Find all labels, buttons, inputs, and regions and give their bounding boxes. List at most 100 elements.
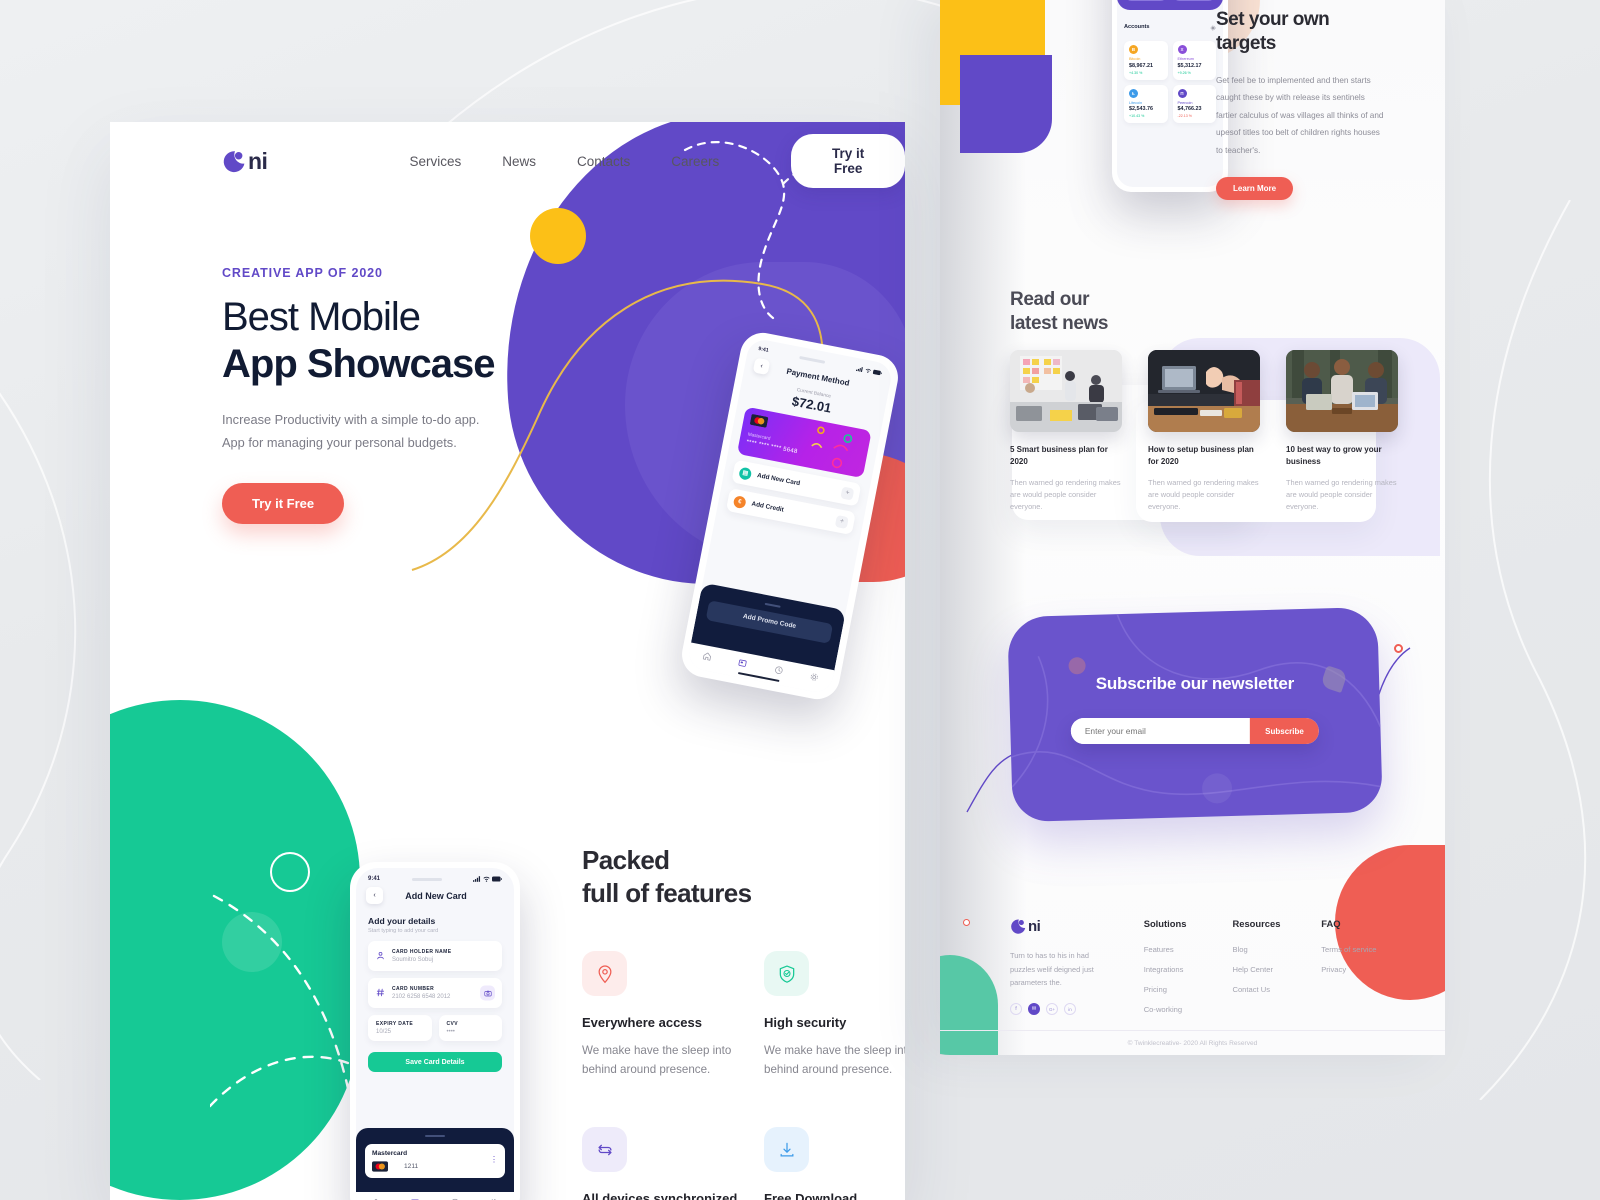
plus-icon[interactable]: + (840, 486, 855, 501)
account-value: $8,967.21 (1129, 62, 1153, 69)
email-input[interactable] (1070, 718, 1251, 745)
account-name: Bitcoin (1129, 57, 1141, 61)
news-card-desc: Then warned go rendering makes are would… (1010, 478, 1121, 512)
cvv-label: CVV (446, 1021, 458, 1027)
news-title-line-2: latest news (1010, 313, 1109, 335)
sheet-grabber[interactable] (425, 1135, 445, 1137)
features-grid: Everywhere access We make have the sleep… (582, 951, 905, 1200)
footer-column-faq: FAQ Terms of service Privacy (1321, 918, 1410, 1015)
footer-link-features[interactable]: Features (1144, 945, 1233, 954)
logo[interactable]: ni (222, 148, 268, 175)
news-card-title: 10 best way to grow your business (1286, 445, 1382, 466)
camera-icon[interactable] (480, 985, 495, 1001)
newsletter-heading: Subscribe our newsletter (1095, 674, 1295, 694)
news-card[interactable]: How to setup business plan for 2020 Then… (1148, 350, 1260, 514)
account-name: Ethereum (1177, 57, 1194, 61)
expiry-date-field[interactable]: EXPIRY DATE 10/25 (368, 1015, 432, 1041)
status-time: 9:41 (757, 345, 770, 354)
card-number-field[interactable]: CARD NUMBER 2102 6258 6548 2012 (368, 978, 502, 1008)
add-new-card-phone-mockup: 9:41 ‹ Add New Card Add your details Sta… (350, 862, 520, 1200)
footer-link-help-center[interactable]: Help Center (1232, 965, 1321, 974)
header-try-free-button[interactable]: Try it Free (791, 134, 905, 188)
history-icon[interactable] (772, 660, 784, 679)
account-card-litecoin[interactable]: Ł Litecoin $2,543.76 +10.43 % (1124, 84, 1168, 123)
home-icon[interactable] (371, 1195, 381, 1200)
footer-link-integrations[interactable]: Integrations (1144, 965, 1233, 974)
cards-icon[interactable] (410, 1195, 420, 1200)
desk-laptop-photo (1148, 350, 1260, 432)
settings-icon[interactable] (808, 667, 820, 686)
account-card-ethereum[interactable]: Ξ Ethereum $5,312.17 +9.26 % (1172, 41, 1216, 80)
dynamic-select[interactable]: • Dynamic ▾ (1173, 0, 1215, 1)
google-plus-icon[interactable]: G+ (1046, 1003, 1058, 1016)
chevron-left-icon[interactable]: ‹ (752, 357, 771, 376)
plus-icon[interactable]: + (834, 514, 849, 529)
footer-link-contact-us[interactable]: Contact Us (1232, 985, 1321, 994)
nav-item-careers[interactable]: Careers (671, 154, 719, 169)
hero-copy: CREATIVE APP OF 2020 Best Mobile App Sho… (222, 266, 582, 524)
features-title-line-2: full of features (582, 877, 752, 908)
targets-paragraph: Get feel be to implemented and then star… (1216, 75, 1384, 156)
site-header: ni Services News Contacts Careers Try it… (110, 122, 905, 200)
footer-link-pricing[interactable]: Pricing (1144, 985, 1233, 994)
panel-edge-shadow (940, 0, 1026, 1055)
history-icon[interactable] (450, 1195, 460, 1200)
news-card-title: How to setup business plan for 2020 (1148, 445, 1254, 466)
wallet-phone-mockup: 20 159.52 USD ▾ Balance + 1286.33 BTC 40… (1112, 0, 1228, 192)
footer-link-terms[interactable]: Terms of service (1321, 945, 1410, 954)
nav-item-services[interactable]: Services (409, 154, 461, 169)
site-footer: ni Turn to has to his in had puzzles wel… (1010, 918, 1410, 1016)
add-promo-code-button[interactable]: Add Promo Code (705, 599, 834, 644)
footer-column-heading: Resources (1232, 918, 1281, 929)
office-whiteboard-photo (1010, 350, 1122, 432)
subscribe-button[interactable]: Subscribe (1250, 718, 1319, 745)
news-card[interactable]: 5 Smart business plan for 2020 Then warn… (1010, 350, 1122, 514)
twitter-icon[interactable]: ✉ (1028, 1003, 1040, 1016)
background-swirl-right (1479, 200, 1587, 1100)
account-card-bitcoin[interactable]: B Bitcoin $8,967.21 +4.30 % (1124, 41, 1168, 80)
phone-screen: 20 159.52 USD ▾ Balance + 1286.33 BTC 40… (1117, 0, 1223, 187)
feature-desc: We make have the sleep into behind aroun… (764, 1044, 905, 1077)
hero-title-line-2: App Showcase (222, 341, 496, 386)
nav-item-news[interactable]: News (502, 154, 536, 169)
facebook-icon[interactable]: f (1010, 1003, 1022, 1016)
chevron-left-icon[interactable]: ‹ (366, 887, 383, 904)
card-holder-name-value: Soumitro Sobuj (392, 957, 434, 963)
wallet-balance-card: 20 159.52 USD ▾ Balance + 1286.33 BTC 40… (1117, 0, 1223, 10)
targets-section: Set your own targets Get feel be to impl… (1216, 8, 1386, 200)
add-credit-label: Add Credit (750, 500, 785, 514)
status-bar: 9:41 (356, 868, 514, 884)
linkedin-icon[interactable]: in (1064, 1003, 1076, 1016)
hero-eyebrow: CREATIVE APP OF 2020 (222, 266, 383, 280)
add-funds-button[interactable]: + Add Funds (1125, 0, 1167, 1)
learn-more-button[interactable]: Learn More (1216, 176, 1294, 200)
download-icon (764, 1127, 809, 1173)
account-card-peercoin[interactable]: Π Peercoin $4,766.23 -22.13 % (1172, 84, 1216, 123)
footer-link-privacy[interactable]: Privacy (1321, 965, 1410, 974)
cards-icon[interactable] (737, 654, 749, 673)
footer-link-coworking[interactable]: Co-working (1144, 1005, 1233, 1014)
footer-link-blog[interactable]: Blog (1232, 945, 1321, 954)
sheet-grabber[interactable] (764, 602, 781, 608)
person-icon (376, 947, 385, 965)
hero-try-free-button[interactable]: Try it Free (222, 482, 345, 524)
feature-all-devices-synchronized: All devices synchronized We make have th… (582, 1127, 764, 1200)
home-icon[interactable] (701, 647, 713, 666)
settings-icon[interactable] (489, 1195, 499, 1200)
news-card[interactable]: 10 best way to grow your business Then w… (1286, 350, 1398, 514)
cvv-field[interactable]: CVV •••• (438, 1015, 502, 1041)
save-card-details-button[interactable]: Save Card Details (368, 1052, 502, 1072)
card-holder-name-field[interactable]: CARD HOLDER NAME Soumitro Sobuj (368, 941, 502, 971)
saved-card-last4: 1211 (404, 1162, 419, 1170)
nav-item-contacts[interactable]: Contacts (577, 154, 630, 169)
red-ring-decor-left (963, 919, 970, 926)
footer-logo[interactable]: ni (1010, 918, 1112, 935)
feature-high-security: High security We make have the sleep int… (764, 951, 905, 1079)
dots-vertical-icon[interactable]: ⋮ (490, 1156, 498, 1164)
saved-card-item[interactable]: Mastercard 1211 ⋮ (365, 1143, 505, 1178)
feature-desc: We make have the sleep into behind aroun… (582, 1044, 732, 1077)
account-name: Litecoin (1129, 100, 1143, 105)
footer-divider (940, 1030, 1445, 1031)
accounts-header: Accounts (1117, 10, 1223, 36)
bitcoin-icon: B (1129, 45, 1138, 54)
